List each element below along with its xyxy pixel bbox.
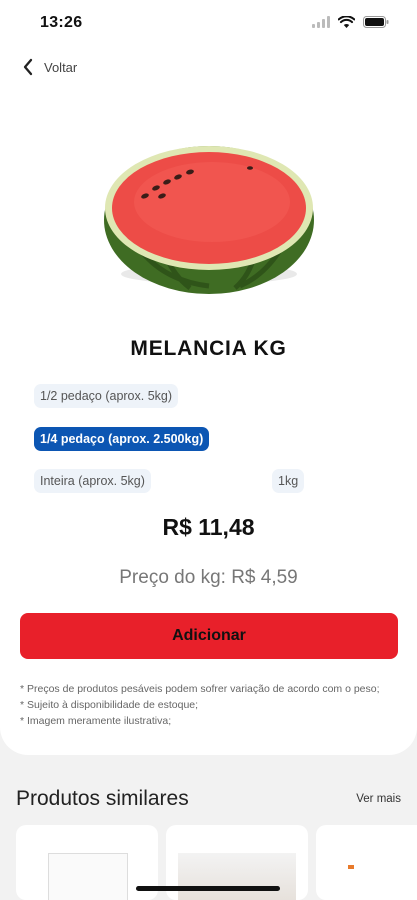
note-stock: * Sujeito à disponibilidade de estoque; [20,699,199,711]
option-whole[interactable]: Inteira (aprox. 5kg) [34,469,151,493]
option-quarter-piece[interactable]: 1/4 pedaço (aprox. 2.500kg) [34,427,210,451]
product-notes: * Preços de produtos pesáveis podem sofr… [20,681,400,729]
similar-product-image [48,853,128,900]
product-price: R$ 11,48 [162,514,255,540]
similar-product-image [348,865,354,869]
option-half-piece[interactable]: 1/2 pedaço (aprox. 5kg) [34,384,179,408]
watermelon-image [104,146,314,294]
see-more-link[interactable]: Ver mais [356,793,401,805]
chevron-left-icon [23,58,33,76]
note-illustrative-image: * Imagem meramente ilustrativa; [20,715,172,727]
similar-product-image [178,853,296,900]
product-card: 13:26 Voltar MELANCIA KG 1/2 pedaço (apr… [0,0,417,755]
back-label: Voltar [44,59,78,75]
option-1kg[interactable]: 1kg [272,469,305,493]
signal-icon [312,16,330,28]
status-icons [312,16,389,28]
add-to-cart-button[interactable]: Adicionar [20,613,398,659]
back-button[interactable]: Voltar [22,58,77,76]
battery-icon [363,16,389,28]
status-bar: 13:26 [0,0,417,46]
price-per-kg: Preço do kg: R$ 4,59 [119,567,298,588]
product-title: MELANCIA KG [130,337,287,360]
wifi-icon [338,16,355,28]
home-indicator [136,886,280,891]
similar-products-title: Produtos similares [16,787,189,810]
status-time: 13:26 [40,14,83,31]
similar-product-card-3[interactable] [316,825,417,900]
note-weight-variation: * Preços de produtos pesáveis podem sofr… [20,683,380,695]
